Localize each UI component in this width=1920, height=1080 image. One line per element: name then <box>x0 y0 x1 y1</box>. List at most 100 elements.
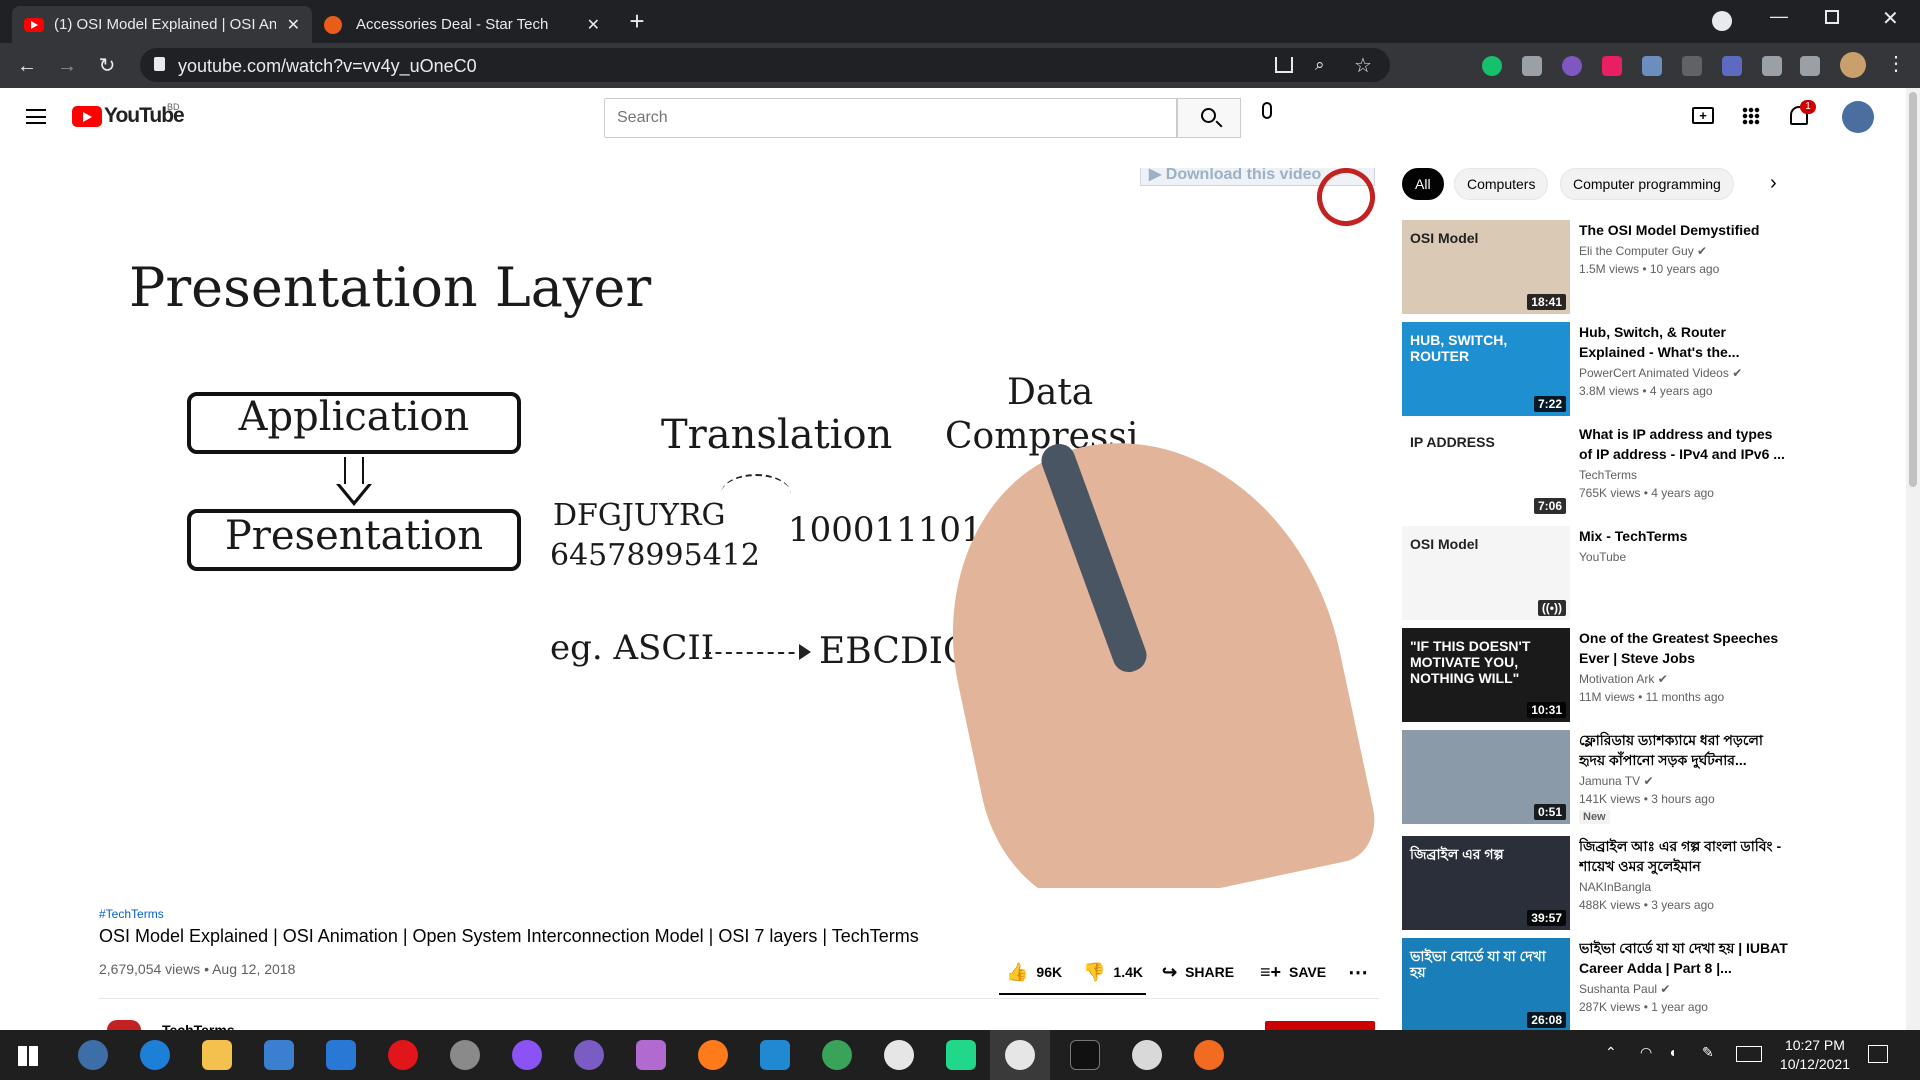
tab-startech[interactable]: Accessories Deal - Star Tech ✕ <box>312 6 612 43</box>
video-player[interactable]: ▶ Download this video Presentation Layer… <box>99 168 1379 888</box>
share-button[interactable]: ↪ SHARE <box>1162 960 1234 984</box>
account-avatar[interactable] <box>1842 101 1874 133</box>
wifi-icon[interactable]: ◠ <box>1640 1044 1652 1061</box>
download-extension-icon[interactable] <box>1642 56 1662 76</box>
chevron-right-icon[interactable]: › <box>1770 172 1777 195</box>
recommended-video-title[interactable]: ফ্লোরিডায় ড্যাশক্যামে ধরা পড়লো হৃদয় ক… <box>1579 730 1789 770</box>
create-video-icon[interactable]: + <box>1692 107 1714 124</box>
chrome-profile-icon[interactable] <box>1132 1040 1162 1070</box>
search-button[interactable] <box>1177 98 1241 138</box>
hashtag-link[interactable]: #TechTerms <box>99 907 164 921</box>
video-thumbnail[interactable]: OSI Model 18:41 <box>1402 220 1570 314</box>
close-window-icon[interactable]: ✕ <box>1882 6 1899 31</box>
recommended-video[interactable]: IP ADDRESS 7:06 What is IP address and typ… <box>1402 424 1792 520</box>
forward-icon[interactable]: → <box>52 51 82 81</box>
microphone-icon[interactable] <box>1262 102 1272 119</box>
bookmark-star-icon[interactable]: ☆ <box>1354 53 1372 78</box>
video-thumbnail[interactable]: "IF THIS DOESN'T MOTIVATE YOU, NOTHING W… <box>1402 628 1570 722</box>
recommended-video-title[interactable]: Hub, Switch, & Router Explained - What's… <box>1579 322 1789 362</box>
recommended-video-title[interactable]: ভাইভা বোর্ডে যা যা দেখা হয় | IUBAT Care… <box>1579 938 1789 978</box>
chip-computers[interactable]: Computers <box>1454 168 1549 200</box>
chip-computer-programming[interactable]: Computer programming <box>1560 168 1734 200</box>
dislike-button[interactable]: 👎 1.4K <box>1083 960 1143 984</box>
media-control-icon[interactable] <box>1800 56 1820 76</box>
pycharm-icon[interactable] <box>946 1040 976 1070</box>
close-tab-icon[interactable]: ✕ <box>287 15 300 35</box>
channel-name[interactable]: TechTerms <box>162 1022 235 1030</box>
chrome-icon[interactable] <box>884 1040 914 1070</box>
page-scrollbar[interactable] <box>1906 88 1920 1030</box>
play-extension-icon[interactable] <box>1602 56 1622 76</box>
extension-icon[interactable] <box>1562 56 1582 76</box>
extensions-puzzle-icon[interactable] <box>1762 56 1782 76</box>
back-icon[interactable]: ← <box>12 51 42 81</box>
recommended-video[interactable]: OSI Model 18:41 The OSI Model Demystified E… <box>1402 220 1792 316</box>
zoom-icon[interactable]: ⌕ <box>1315 55 1325 75</box>
vscode-icon[interactable] <box>760 1040 790 1070</box>
channel-avatar[interactable] <box>107 1020 141 1030</box>
video-thumbnail[interactable]: ভাইভা বোর্ডে যা যা দেখা হয় 26:08 <box>1402 938 1570 1032</box>
recommended-channel-name[interactable]: YouTube <box>1579 550 1626 564</box>
video-thumbnail[interactable]: 0:51 <box>1402 730 1570 824</box>
app-icon[interactable] <box>450 1040 480 1070</box>
recommended-video[interactable]: 0:51 ফ্লোরিডায় ড্যাশক্যামে ধরা পড়লো হৃদ… <box>1402 730 1792 826</box>
hamburger-menu-icon[interactable] <box>26 109 46 124</box>
recommended-channel-name[interactable]: Sushanta Paul ✔ <box>1579 982 1670 996</box>
new-tab-button[interactable]: + <box>624 6 650 36</box>
active-chrome-tile[interactable] <box>990 1030 1050 1080</box>
scrollbar-thumb[interactable] <box>1909 92 1917 487</box>
recommended-video[interactable]: OSI Model ((•)) Mix - TechTerms YouTube <box>1402 526 1792 622</box>
file-explorer-icon[interactable] <box>202 1040 232 1070</box>
qbittorrent-icon[interactable] <box>78 1040 108 1070</box>
recommended-video[interactable]: "IF THIS DOESN'T MOTIVATE YOU, NOTHING W… <box>1402 628 1792 724</box>
pen-icon[interactable]: ✎ <box>1702 1044 1714 1061</box>
extension-icon[interactable] <box>1682 56 1702 76</box>
chip-all[interactable]: All <box>1402 168 1444 200</box>
recommended-video-title[interactable]: The OSI Model Demystified <box>1579 220 1789 240</box>
recommended-video-title[interactable]: What is IP address and types of IP addre… <box>1579 424 1789 464</box>
search-input[interactable] <box>604 98 1177 138</box>
recommended-channel-name[interactable]: Eli the Computer Guy ✔ <box>1579 244 1707 258</box>
more-actions-icon[interactable]: ⋯ <box>1348 960 1368 984</box>
volume-icon[interactable]: ◖ <box>1668 1044 1676 1060</box>
profile-avatar[interactable] <box>1840 52 1866 78</box>
save-button[interactable]: ≡+ SAVE <box>1260 960 1326 984</box>
recommended-channel-name[interactable]: Motivation Ark ✔ <box>1579 672 1668 686</box>
tab-search-icon[interactable] <box>1712 11 1732 31</box>
pen-extension-icon[interactable] <box>1722 56 1742 76</box>
youtube-logo-icon[interactable] <box>72 106 102 127</box>
firefox-icon[interactable] <box>698 1040 728 1070</box>
paint-icon[interactable] <box>636 1040 666 1070</box>
recommended-video[interactable]: ভাইভা বোর্ডে যা যা দেখা হয় 26:08 ভাইভা বো… <box>1402 938 1792 1034</box>
close-tab-icon[interactable]: ✕ <box>587 15 600 35</box>
recommended-channel-name[interactable]: Jamuna TV ✔ <box>1579 774 1654 788</box>
subscribe-button[interactable] <box>1265 1021 1375 1030</box>
postman-icon[interactable] <box>1194 1040 1224 1070</box>
globe-app-icon[interactable] <box>822 1040 852 1070</box>
apps-grid-icon[interactable] <box>1742 107 1760 125</box>
install-icon[interactable] <box>1275 57 1293 73</box>
terminal-icon[interactable] <box>1070 1040 1100 1070</box>
keyboard-icon[interactable] <box>1736 1046 1762 1062</box>
video-thumbnail[interactable]: জিব্রাইল এর গল্প 39:57 <box>1402 836 1570 930</box>
notification-center-icon[interactable] <box>1868 1045 1888 1063</box>
reload-icon[interactable]: ↻ <box>92 51 122 81</box>
recommended-video[interactable]: জিব্রাইল এর গল্প 39:57 জিব্রাইল আঃ এর গল্প… <box>1402 836 1792 932</box>
recommended-video[interactable]: HUB, SWITCH, ROUTER 7:22 Hub, Switch, & Ro… <box>1402 322 1792 418</box>
browser-menu-icon[interactable]: ⋮ <box>1886 51 1906 76</box>
opera-icon[interactable] <box>388 1040 418 1070</box>
tray-chevron-icon[interactable]: ⌃ <box>1605 1044 1617 1061</box>
recommended-video-title[interactable]: জিব্রাইল আঃ এর গল্প বাংলা ডাবিং - শায়েখ… <box>1579 836 1789 876</box>
edge-icon[interactable] <box>140 1040 170 1070</box>
github-desktop-icon[interactable] <box>574 1040 604 1070</box>
mail-icon[interactable] <box>326 1040 356 1070</box>
tab-youtube[interactable]: (1) OSI Model Explained | OSI Ani ✕ <box>12 6 312 43</box>
video-thumbnail[interactable]: IP ADDRESS 7:06 <box>1402 424 1570 518</box>
recommended-video-title[interactable]: Mix - TechTerms <box>1579 526 1789 546</box>
system-clock[interactable]: 10:27 PM 10/12/2021 <box>1780 1036 1850 1074</box>
messenger-icon[interactable] <box>512 1040 542 1070</box>
recommended-channel-name[interactable]: TechTerms <box>1579 468 1637 482</box>
minimize-icon[interactable]: — <box>1770 6 1788 27</box>
recommended-video-title[interactable]: One of the Greatest Speeches Ever | Stev… <box>1579 628 1789 668</box>
grammarly-extension-icon[interactable] <box>1482 56 1502 76</box>
